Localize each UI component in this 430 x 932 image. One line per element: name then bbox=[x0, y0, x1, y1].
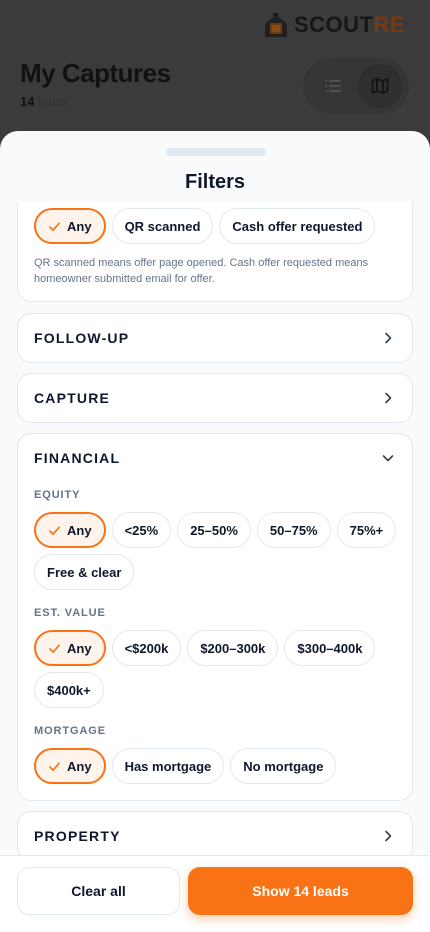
check-icon bbox=[49, 221, 60, 231]
mortgage-label: MORTGAGE bbox=[34, 725, 106, 737]
mortgage-chip-any[interactable]: Any bbox=[34, 748, 106, 784]
est-value-chip-any[interactable]: Any bbox=[34, 630, 106, 666]
lead-count: 14 leads bbox=[20, 94, 69, 109]
equity-label: EQUITY bbox=[34, 489, 81, 501]
list-icon bbox=[324, 80, 341, 92]
chip-label: No mortgage bbox=[243, 758, 324, 774]
chip-label: $300–400k bbox=[297, 640, 363, 656]
equity-chip-free-and-clear[interactable]: Free & clear bbox=[34, 554, 135, 590]
equity-chip-25-50[interactable]: 25–50% bbox=[177, 512, 251, 548]
chip-label: Cash offer requested bbox=[232, 218, 363, 234]
follow-up-section[interactable]: FOLLOW-UP bbox=[17, 313, 413, 363]
equity-chip-row-2: Free & clear bbox=[34, 554, 135, 590]
financial-section-header[interactable]: FINANCIAL bbox=[18, 434, 412, 482]
chip-label: 75%+ bbox=[349, 522, 384, 538]
capture-section[interactable]: CAPTURE bbox=[17, 373, 413, 423]
follow-up-section-label: FOLLOW-UP bbox=[34, 330, 130, 346]
map-view-button[interactable] bbox=[357, 64, 402, 108]
house-logo-icon bbox=[262, 11, 290, 39]
est-value-chip-200-300k[interactable]: $200–300k bbox=[187, 630, 279, 666]
status-filter-card: Any QR scanned Cash offer requested QR s… bbox=[17, 202, 413, 302]
est-value-chip-400k-plus[interactable]: $400k+ bbox=[34, 672, 104, 708]
chip-label: Any bbox=[67, 522, 92, 538]
lead-count-number: 14 bbox=[20, 94, 35, 109]
sheet-title: Filters bbox=[184, 171, 246, 193]
check-icon bbox=[49, 643, 60, 653]
capture-section-label: CAPTURE bbox=[34, 390, 111, 406]
sheet-footer: Clear all Show 14 leads bbox=[0, 855, 430, 932]
financial-section: FINANCIAL EQUITY Any <25% 25–50% 50–75% … bbox=[17, 433, 413, 801]
chip-label: Free & clear bbox=[47, 564, 122, 580]
status-chip-cash-offer-requested[interactable]: Cash offer requested bbox=[219, 208, 376, 244]
chip-label: <$200k bbox=[124, 640, 169, 656]
chip-label: $400k+ bbox=[47, 682, 91, 698]
clear-all-button[interactable]: Clear all bbox=[17, 867, 180, 915]
check-icon bbox=[49, 761, 60, 771]
equity-chip-under-25[interactable]: <25% bbox=[111, 512, 172, 548]
filters-scroll-area[interactable]: Any QR scanned Cash offer requested QR s… bbox=[0, 202, 430, 855]
filters-sheet: Filters Any QR scanned Cash offer reques… bbox=[0, 131, 430, 932]
map-icon bbox=[371, 78, 388, 94]
lead-count-suffix: leads bbox=[34, 94, 70, 109]
equity-chip-75-plus[interactable]: 75%+ bbox=[336, 512, 397, 548]
est-value-chip-300-400k[interactable]: $300–400k bbox=[284, 630, 376, 666]
status-chip-row: Any QR scanned Cash offer requested bbox=[34, 208, 376, 244]
equity-chip-any[interactable]: Any bbox=[34, 512, 106, 548]
chip-label: <25% bbox=[124, 522, 159, 538]
show-leads-button[interactable]: Show 14 leads bbox=[188, 867, 413, 915]
sheet-drag-handle[interactable] bbox=[166, 148, 266, 156]
view-toggle bbox=[303, 58, 409, 114]
brand-name: SCOUT bbox=[294, 12, 374, 37]
chevron-right-icon bbox=[380, 390, 396, 406]
brand-logo: SCOUTRE bbox=[262, 10, 405, 40]
brand-name-accent: RE bbox=[373, 12, 406, 37]
status-chip-qr-scanned[interactable]: QR scanned bbox=[111, 208, 214, 244]
est-value-chip-under-200k[interactable]: <$200k bbox=[111, 630, 182, 666]
property-section-label: PROPERTY bbox=[34, 828, 121, 844]
mortgage-chip-has-mortgage[interactable]: Has mortgage bbox=[111, 748, 225, 784]
chip-label: QR scanned bbox=[124, 218, 201, 234]
chip-label: Any bbox=[67, 640, 92, 656]
equity-chip-50-75[interactable]: 50–75% bbox=[256, 512, 331, 548]
chevron-right-icon bbox=[380, 828, 396, 844]
chevron-right-icon bbox=[380, 330, 396, 346]
est-value-label: EST. VALUE bbox=[34, 607, 106, 619]
financial-section-label: FINANCIAL bbox=[34, 450, 121, 466]
est-value-chip-row: Any <$200k $200–300k $300–400k bbox=[34, 630, 376, 666]
check-icon bbox=[49, 525, 60, 535]
chip-label: 50–75% bbox=[269, 522, 318, 538]
equity-chip-row: Any <25% 25–50% 50–75% 75%+ bbox=[34, 512, 397, 548]
est-value-chip-row-2: $400k+ bbox=[34, 672, 104, 708]
chevron-down-icon bbox=[380, 450, 396, 466]
status-hint-text: QR scanned means offer page opened. Cash… bbox=[34, 257, 369, 285]
mortgage-chip-row: Any Has mortgage No mortgage bbox=[34, 748, 337, 784]
chip-label: 25–50% bbox=[190, 522, 238, 538]
chip-label: Has mortgage bbox=[124, 758, 212, 774]
chip-label: $200–300k bbox=[200, 640, 266, 656]
status-chip-any[interactable]: Any bbox=[34, 208, 106, 244]
property-section[interactable]: PROPERTY bbox=[17, 811, 413, 855]
chip-label: Any bbox=[67, 218, 92, 234]
list-view-button[interactable] bbox=[311, 64, 355, 108]
chip-label: Any bbox=[67, 758, 92, 774]
page-title: My Captures bbox=[20, 58, 171, 88]
mortgage-chip-no-mortgage[interactable]: No mortgage bbox=[230, 748, 337, 784]
